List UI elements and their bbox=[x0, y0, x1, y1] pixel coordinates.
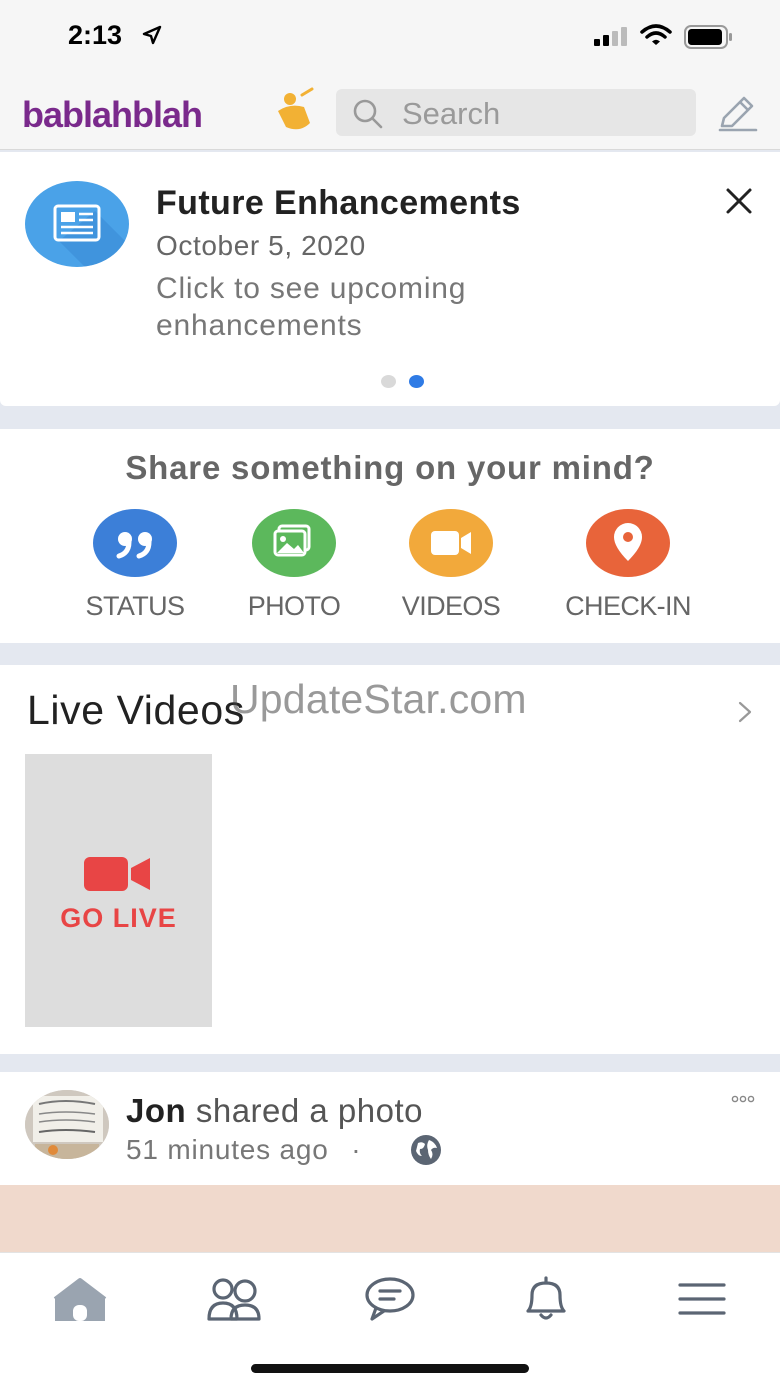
chevron-right-icon[interactable] bbox=[738, 701, 752, 723]
videos-button[interactable]: VIDEOS bbox=[371, 509, 531, 629]
carousel-dot-1[interactable] bbox=[381, 375, 396, 388]
home-indicator[interactable] bbox=[251, 1364, 529, 1373]
photo-icon bbox=[252, 509, 336, 577]
compose-icon[interactable] bbox=[718, 96, 758, 132]
share-card: Share something on your mind? STATUS PHO… bbox=[0, 429, 780, 643]
photo-button[interactable]: PHOTO bbox=[214, 509, 374, 629]
search-icon bbox=[353, 99, 383, 129]
quote-icon bbox=[93, 509, 177, 577]
bottom-tab-bar bbox=[0, 1252, 780, 1387]
video-camera-icon bbox=[84, 857, 150, 891]
location-arrow-icon bbox=[142, 25, 162, 45]
announcement-card[interactable]: Future Enhancements October 5, 2020 Clic… bbox=[0, 152, 780, 406]
battery-icon bbox=[684, 25, 732, 49]
location-pin-icon bbox=[586, 509, 670, 577]
live-videos-card: Live Videos GO LIVE bbox=[0, 665, 780, 1054]
home-icon[interactable] bbox=[48, 1275, 112, 1323]
menu-icon[interactable] bbox=[670, 1275, 734, 1323]
status-bar: 2:13 bbox=[0, 0, 780, 78]
status-button[interactable]: STATUS bbox=[55, 509, 215, 629]
post-photo[interactable] bbox=[0, 1185, 780, 1252]
go-live-button[interactable]: GO LIVE bbox=[25, 754, 212, 1027]
post-time-line: 51 minutes ago · bbox=[126, 1134, 361, 1166]
carousel-dot-2-active[interactable] bbox=[409, 375, 424, 388]
watermark: UpdateStar.com bbox=[230, 676, 527, 722]
newspaper-icon bbox=[25, 181, 129, 267]
more-options-icon[interactable] bbox=[731, 1094, 755, 1104]
cellular-signal-icon bbox=[594, 27, 627, 46]
share-title: Share something on your mind? bbox=[125, 449, 655, 486]
avatar[interactable] bbox=[25, 1090, 109, 1159]
bell-icon[interactable] bbox=[514, 1275, 578, 1323]
post-header-line: Jon shared a photo bbox=[126, 1092, 423, 1130]
post-author[interactable]: Jon bbox=[126, 1092, 186, 1129]
status-label: STATUS bbox=[85, 591, 186, 621]
app-header: bablahblah bablahblah Search bbox=[0, 78, 780, 150]
check-in-button[interactable]: CHECK-IN bbox=[548, 509, 708, 629]
go-live-label: GO LIVE bbox=[60, 903, 177, 933]
globe-icon bbox=[411, 1135, 441, 1165]
svg-text:bablahblah: bablahblah bbox=[22, 94, 202, 135]
post-separator: · bbox=[351, 1134, 362, 1165]
live-videos-title: Live Videos bbox=[27, 687, 245, 733]
announcement-date: October 5, 2020 bbox=[156, 230, 366, 261]
wifi-icon bbox=[640, 24, 672, 45]
announcement-description: Click to see upcoming enhancements bbox=[156, 272, 467, 342]
search-placeholder: Search bbox=[402, 96, 501, 131]
app-logo[interactable]: bablahblah bablahblah bbox=[20, 87, 320, 137]
status-time: 2:13 bbox=[68, 20, 123, 50]
check-in-label: CHECK-IN bbox=[565, 591, 691, 621]
close-icon[interactable] bbox=[724, 186, 754, 216]
photo-label: PHOTO bbox=[247, 591, 341, 621]
search-input[interactable]: Search bbox=[336, 89, 696, 136]
friends-icon[interactable] bbox=[203, 1275, 267, 1323]
videos-label: VIDEOS bbox=[401, 591, 501, 621]
post-card: Jon shared a photo 51 minutes ago · bbox=[0, 1072, 780, 1252]
post-action: shared a photo bbox=[186, 1092, 424, 1129]
video-camera-icon bbox=[409, 509, 493, 577]
post-time: 51 minutes ago bbox=[126, 1134, 329, 1165]
chat-icon[interactable] bbox=[358, 1275, 422, 1323]
announcement-title: Future Enhancements bbox=[156, 184, 521, 222]
